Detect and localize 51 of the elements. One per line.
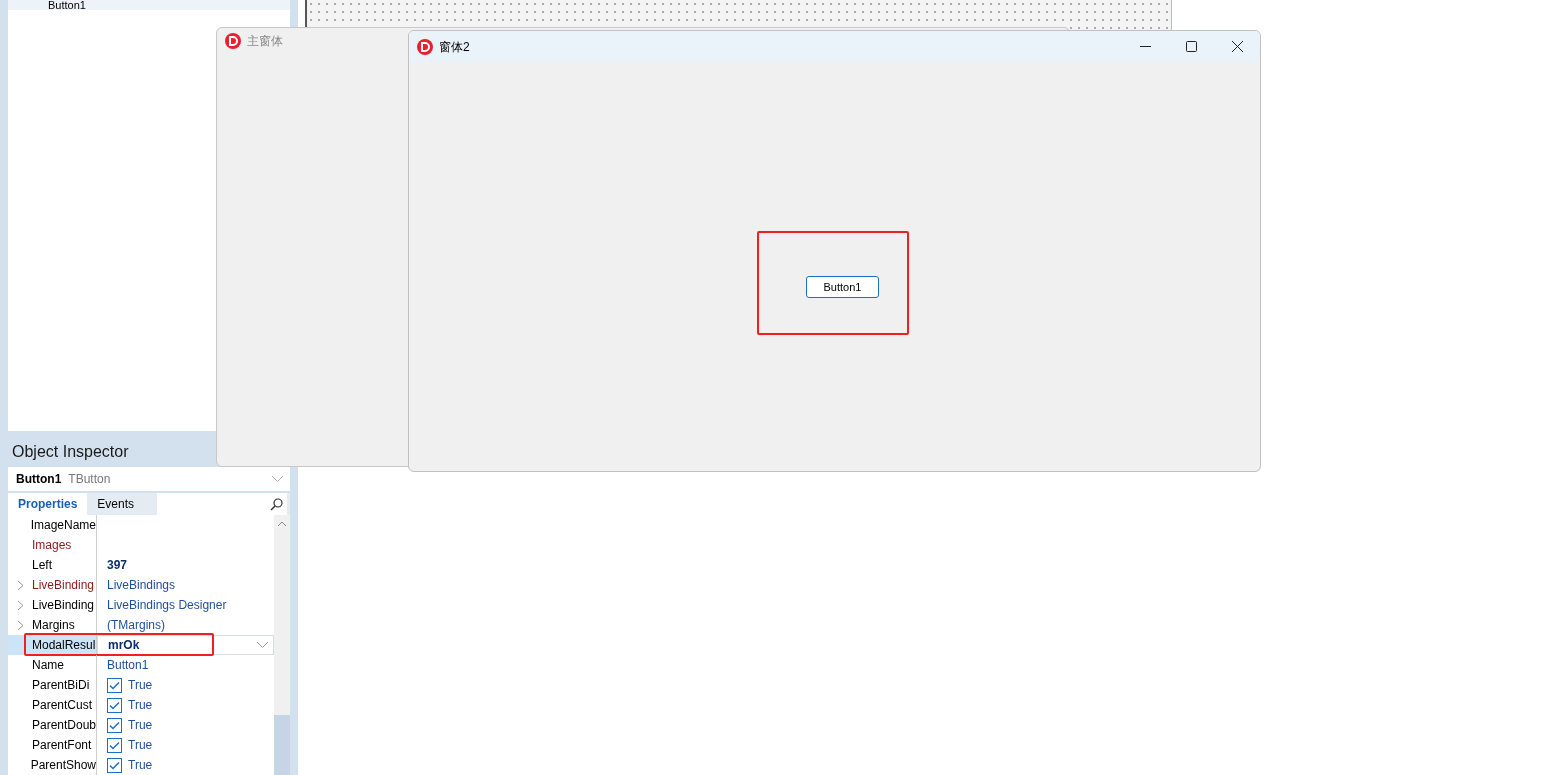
app-logo-icon xyxy=(417,38,433,55)
property-value: Button1 xyxy=(107,657,149,674)
dropdown-caret-icon[interactable] xyxy=(271,475,284,484)
expand-chevron-icon[interactable] xyxy=(16,579,24,591)
property-value: True xyxy=(128,677,153,694)
property-name: ParentCust xyxy=(32,697,93,714)
expand-chevron-icon[interactable] xyxy=(16,619,24,631)
component-selector[interactable]: Button1 TButton xyxy=(8,467,290,492)
window-title: 窗体2 xyxy=(439,38,470,56)
property-name: LiveBinding xyxy=(32,577,95,594)
checkbox[interactable] xyxy=(107,757,122,773)
property-name: ImageName xyxy=(30,517,96,534)
checkbox[interactable] xyxy=(107,697,122,713)
inspector-tab[interactable]: Events xyxy=(87,493,145,515)
checkbox[interactable] xyxy=(107,717,122,733)
close-icon xyxy=(1231,41,1243,52)
window-title: 主窗体 xyxy=(247,33,283,50)
property-value: True xyxy=(128,737,153,754)
property-value: LiveBindings Designer xyxy=(107,597,227,614)
tree-item[interactable]: Button1 xyxy=(8,0,290,10)
property-value: (TMargins) xyxy=(107,617,165,634)
property-value: True xyxy=(128,717,153,734)
property-value: True xyxy=(128,757,153,774)
form-button[interactable]: Button1 xyxy=(806,276,879,298)
property-name: Images xyxy=(32,537,72,554)
property-name: Left xyxy=(32,557,52,574)
property-name: LiveBinding xyxy=(32,597,95,614)
checkbox[interactable] xyxy=(107,737,122,753)
property-name: Name xyxy=(32,657,64,674)
property-name: ModalResul xyxy=(32,637,96,654)
property-value: 397 xyxy=(107,557,128,574)
property-name: ParentShow xyxy=(30,757,96,774)
property-value: LiveBindings xyxy=(107,577,176,594)
scroll-up-icon[interactable] xyxy=(277,521,287,527)
search-field[interactable] xyxy=(157,493,287,515)
property-name: ParentBiDi xyxy=(32,677,90,694)
expand-chevron-icon[interactable] xyxy=(16,599,24,611)
search-icon xyxy=(270,497,283,511)
panel-title: Object Inspector xyxy=(12,442,129,463)
scrollbar[interactable] xyxy=(274,515,290,775)
property-name: Margins xyxy=(32,617,75,634)
maximize-icon xyxy=(1185,41,1197,52)
scroll-thumb[interactable] xyxy=(274,715,290,775)
inspector-tab[interactable]: Properties xyxy=(8,493,88,515)
property-value: True xyxy=(128,697,153,714)
property-value: mrOk xyxy=(108,637,140,654)
app-logo-icon xyxy=(225,33,241,49)
dropdown-caret-icon[interactable] xyxy=(256,641,269,649)
property-name: ParentDoub xyxy=(31,717,96,734)
property-name: ParentFont xyxy=(32,737,92,754)
checkbox[interactable] xyxy=(107,677,122,693)
